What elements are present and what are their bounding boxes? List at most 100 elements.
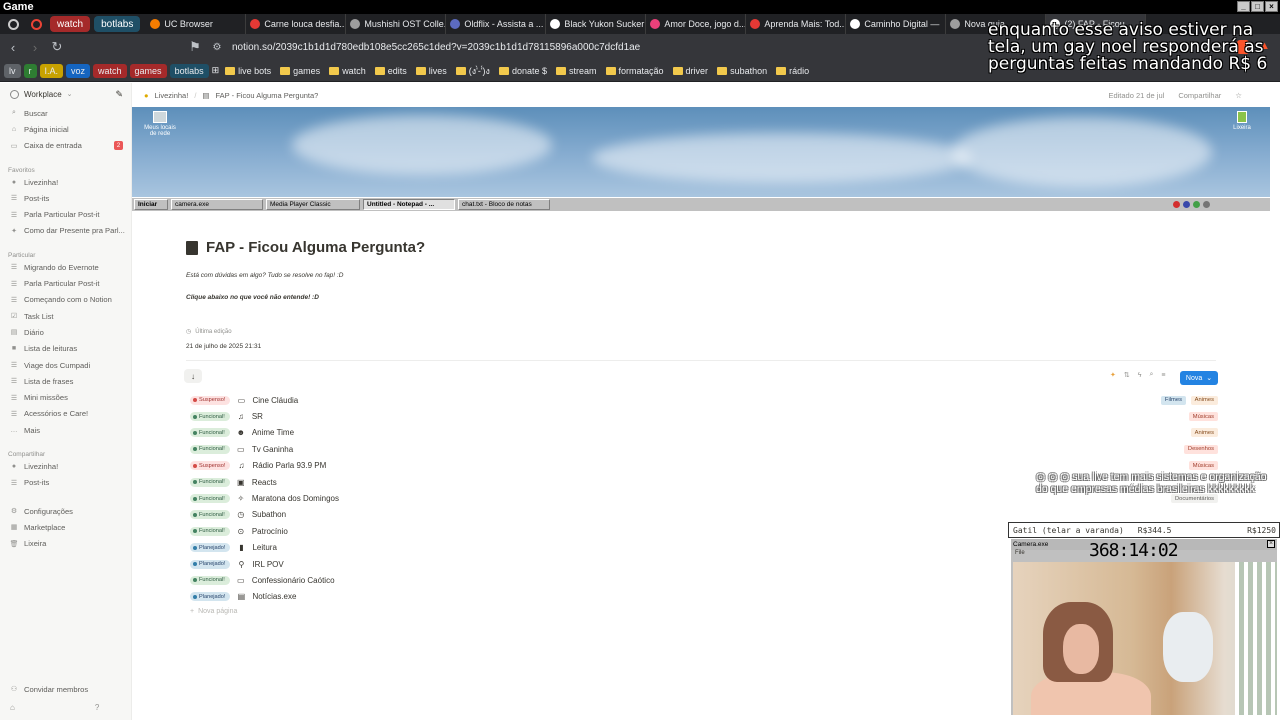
table-row[interactable]: Suspenso! ▭ Cine Cláudia Filmes Animes bbox=[190, 392, 1220, 408]
settings-icon[interactable]: ≡ bbox=[1161, 372, 1165, 379]
table-row[interactable]: Funcional! ♫ SR Músicas bbox=[190, 408, 1220, 424]
chevron-down-icon[interactable]: ⌄ bbox=[1206, 374, 1212, 382]
sidebar-item[interactable]: ▤ Diário bbox=[0, 324, 131, 340]
home-icon[interactable]: ⌂ bbox=[10, 703, 15, 712]
desktop-icon-trash[interactable]: Lixeira bbox=[1222, 111, 1262, 131]
maximize-icon[interactable]: □ bbox=[1251, 1, 1264, 12]
sidebar-item[interactable]: ✦ Como dar Presente pra Parl... bbox=[0, 223, 131, 239]
status-badge[interactable]: Funcional! bbox=[190, 526, 230, 536]
back-icon[interactable]: ‹ bbox=[4, 40, 22, 55]
sidebar-item[interactable]: ☰ Migrando do Evernote bbox=[0, 259, 131, 275]
row-title[interactable]: Rádio Parla 93.9 PM bbox=[252, 461, 326, 470]
browser-tab[interactable]: Amor Doce, jogo d... bbox=[646, 14, 747, 34]
sidebar-item[interactable]: ☰ Post-its bbox=[0, 190, 131, 206]
status-badge[interactable]: Funcional! bbox=[190, 428, 230, 438]
status-badge[interactable]: Funcional! bbox=[190, 510, 230, 520]
sidebar-item[interactable]: ☰ Viage dos Cumpadi bbox=[0, 357, 131, 373]
status-badge[interactable]: Funcional! bbox=[190, 412, 230, 422]
desktop-icon-network[interactable]: Meus locais de rede bbox=[140, 111, 180, 137]
share-button[interactable]: Compartilhar bbox=[1178, 91, 1221, 100]
new-button[interactable]: Nova ⌄ bbox=[1180, 371, 1218, 385]
status-badge[interactable]: Funcional! bbox=[190, 575, 230, 585]
browser-tab[interactable]: Carne louca desfia... bbox=[246, 14, 347, 34]
sidebar-item[interactable]: ▦ Marketplace bbox=[0, 519, 131, 535]
table-row[interactable]: Funcional! ▭ Tv Ganinha Desenhos bbox=[190, 441, 1220, 457]
row-title[interactable]: Maratona dos Domingos bbox=[252, 494, 339, 503]
sidebar-item[interactable]: 🗑 Lixeira bbox=[0, 536, 131, 552]
bookmark-folder[interactable]: (ง'̀-'́)ง bbox=[453, 64, 493, 78]
taskbar-button[interactable]: Media Player Classic bbox=[266, 199, 360, 210]
bookmark-folder[interactable]: donate $ bbox=[496, 66, 550, 76]
browser-tab[interactable]: UC Browser bbox=[146, 14, 247, 34]
pinned-tab[interactable] bbox=[26, 16, 46, 32]
browser-tab[interactable]: Caminho Digital — bbox=[846, 14, 947, 34]
sidebar-item[interactable]: ● Livezinha! bbox=[0, 174, 131, 190]
sidebar-item[interactable]: … Mais bbox=[0, 422, 131, 438]
row-title[interactable]: SR bbox=[252, 412, 263, 421]
sidebar-item[interactable]: ☰ Começando com o Notion bbox=[0, 292, 131, 308]
sidebar-item[interactable]: ⌕ Buscar bbox=[0, 105, 131, 121]
breadcrumb-parent[interactable]: Livezinha! bbox=[155, 91, 189, 100]
browser-tab[interactable]: Aprenda Mais: Tod... bbox=[746, 14, 847, 34]
sidebar-item[interactable]: ☑ Task List bbox=[0, 308, 131, 324]
database-toggle[interactable]: ↓ bbox=[184, 369, 202, 383]
bookmark-folder[interactable]: games bbox=[277, 66, 323, 76]
row-title[interactable]: Anime Time bbox=[252, 428, 294, 437]
sidebar-item[interactable]: ● Livezinha! bbox=[0, 458, 131, 474]
row-title[interactable]: Reacts bbox=[252, 478, 277, 487]
search-icon[interactable]: ⌕ bbox=[1149, 371, 1153, 379]
bookmark-folder[interactable]: rádio bbox=[773, 66, 812, 76]
table-row[interactable]: Funcional! ☻ Anime Time Animes bbox=[190, 425, 1220, 441]
url-field[interactable]: notion.so/2039c1b1d1d780edb108e5cc265c1d… bbox=[232, 42, 640, 53]
taskbar-button[interactable]: Iniciar bbox=[134, 199, 168, 210]
status-badge[interactable]: Planejado! bbox=[190, 592, 231, 602]
sidebar-item[interactable]: ☰ Parla Particular Post-it bbox=[0, 275, 131, 291]
bookmark-group-chip[interactable]: r bbox=[23, 63, 37, 78]
close-icon[interactable]: × bbox=[1265, 1, 1278, 12]
sidebar-item[interactable]: ☰ Mini missões bbox=[0, 389, 131, 405]
taskbar-button[interactable]: Untitled - Notepad - ... bbox=[363, 199, 455, 210]
bookmark-group-chip[interactable]: botlabs bbox=[169, 63, 209, 78]
sort-icon[interactable]: ⇅ bbox=[1124, 371, 1130, 379]
sidebar-item[interactable]: ⌂ Página inicial bbox=[0, 121, 131, 137]
row-title[interactable]: Notícias.exe bbox=[252, 592, 296, 601]
browser-tab[interactable]: Oldflix - Assista a ... bbox=[446, 14, 547, 34]
pinned-tab[interactable] bbox=[3, 16, 23, 32]
sidebar-item[interactable]: ■ Lista de leituras bbox=[0, 341, 131, 357]
ai-icon[interactable]: ✦ bbox=[1110, 371, 1116, 379]
forward-icon[interactable]: › bbox=[26, 40, 44, 55]
bookmark-group-chip[interactable]: games bbox=[129, 63, 167, 78]
sidebar-item[interactable]: ▭ Caixa de entrada 2 bbox=[0, 138, 131, 154]
taskbar-button[interactable]: chat.txt - Bloco de notas bbox=[458, 199, 550, 210]
close-icon[interactable]: × bbox=[1267, 540, 1275, 548]
bookmark-group-chip[interactable]: watch bbox=[93, 63, 127, 78]
bookmark-icon[interactable]: ⚑ bbox=[186, 39, 204, 55]
status-badge[interactable]: Planejado! bbox=[190, 559, 231, 569]
table-row[interactable]: Funcional! ◷ Subathon bbox=[190, 507, 1220, 523]
row-title[interactable]: Tv Ganinha bbox=[252, 445, 293, 454]
status-badge[interactable]: Suspenso! bbox=[190, 395, 231, 405]
bookmark-group-chip[interactable]: voz bbox=[66, 63, 91, 78]
tab-group-botlabs[interactable]: botlabs bbox=[94, 16, 141, 32]
bookmark-group-chip[interactable]: I.A. bbox=[39, 63, 64, 78]
automation-icon[interactable]: ϟ bbox=[1138, 372, 1142, 379]
sidebar-item[interactable]: ☰ Parla Particular Post-it bbox=[0, 206, 131, 222]
minimize-icon[interactable]: _ bbox=[1237, 1, 1250, 12]
row-title[interactable]: Cine Cláudia bbox=[252, 396, 298, 405]
sidebar-item[interactable]: ☰ Post-its bbox=[0, 475, 131, 491]
bookmark-folder[interactable]: subathon bbox=[714, 66, 770, 76]
star-icon[interactable]: ☆ bbox=[1235, 91, 1242, 100]
bookmark-folder[interactable]: live bots bbox=[222, 66, 274, 76]
row-title[interactable]: Confessionário Caótico bbox=[252, 576, 335, 585]
browser-tab[interactable]: Mushishi OST Colle... bbox=[346, 14, 447, 34]
bookmark-folder[interactable]: stream bbox=[553, 66, 600, 76]
tab-group-watch[interactable]: watch bbox=[50, 16, 91, 32]
bookmark-group-chip[interactable]: lv bbox=[4, 63, 21, 78]
bookmark-folder[interactable]: watch bbox=[326, 66, 369, 76]
new-page-row[interactable]: + Nova página bbox=[190, 608, 237, 615]
help-icon[interactable]: ? bbox=[95, 703, 99, 712]
reload-icon[interactable]: ↻ bbox=[48, 39, 66, 55]
page-title-text[interactable]: FAP - Ficou Alguma Pergunta? bbox=[206, 239, 425, 256]
row-title[interactable]: IRL POV bbox=[252, 560, 283, 569]
bookmark-folder[interactable]: edits bbox=[372, 66, 410, 76]
